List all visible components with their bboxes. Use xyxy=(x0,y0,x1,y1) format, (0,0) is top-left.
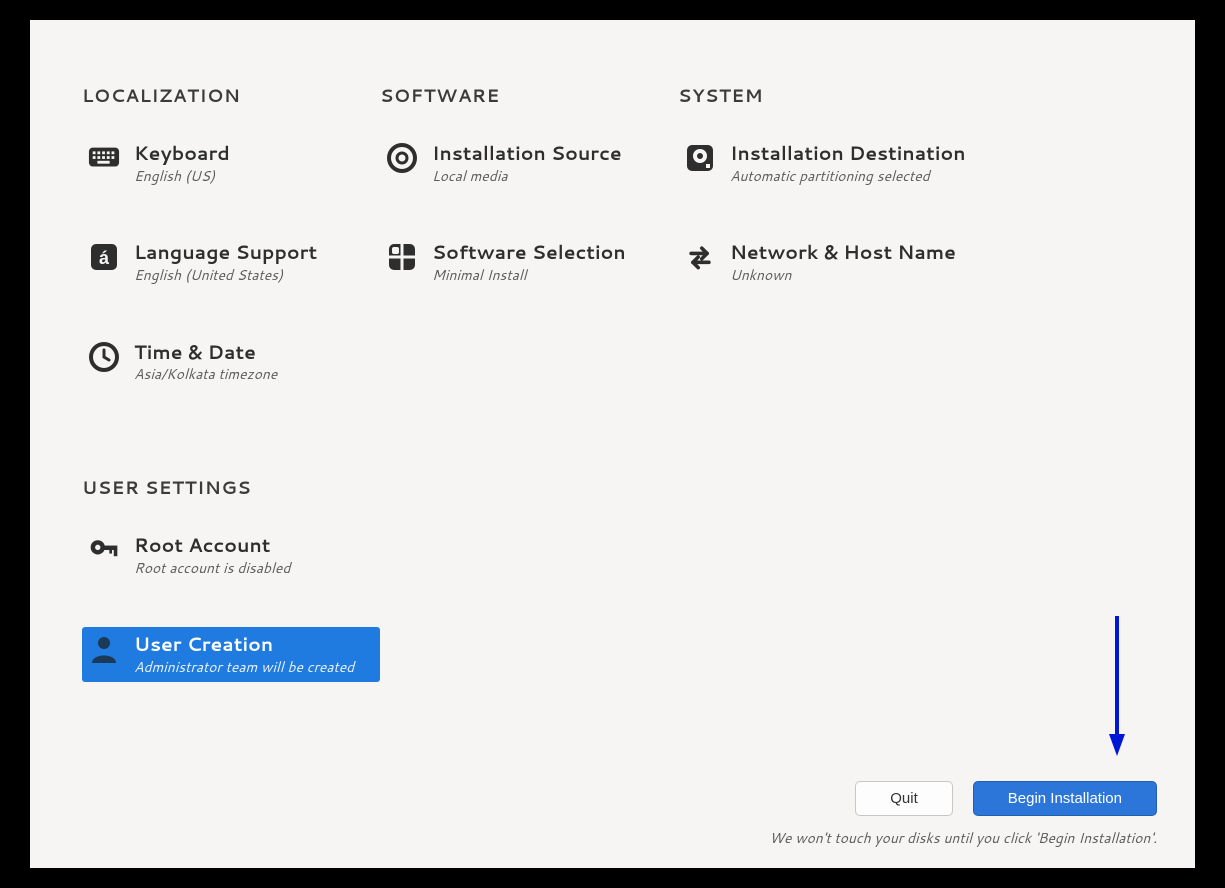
language-icon: á xyxy=(88,241,120,273)
begin-installation-button[interactable]: Begin Installation xyxy=(973,781,1157,816)
disc-icon xyxy=(386,142,418,174)
network-icon xyxy=(684,241,716,273)
section-software: SOFTWARE xyxy=(380,82,678,108)
spoke-source-title: Installation Source xyxy=(432,142,622,166)
spoke-datetime-title: Time & Date xyxy=(134,341,277,365)
spoke-software-title: Software Selection xyxy=(432,241,626,265)
spoke-user-status: Administrator team will be created xyxy=(134,659,354,677)
spoke-software-status: Minimal Install xyxy=(432,267,626,285)
spoke-destination-title: Installation Destination xyxy=(730,142,966,166)
spoke-keyboard-title: Keyboard xyxy=(134,142,230,166)
spoke-root-status: Root account is disabled xyxy=(134,560,290,578)
keyboard-icon xyxy=(88,142,120,174)
spoke-keyboard[interactable]: Keyboard English (US) xyxy=(82,136,380,191)
spoke-user-creation[interactable]: User Creation Administrator team will be… xyxy=(82,627,380,682)
svg-text:á: á xyxy=(99,248,110,268)
footer: Quit Begin Installation We won't touch y… xyxy=(769,781,1157,848)
spoke-destination[interactable]: Installation Destination Automatic parti… xyxy=(678,136,1145,191)
spoke-datetime-status: Asia/Kolkata timezone xyxy=(134,366,277,384)
spoke-destination-status: Automatic partitioning selected xyxy=(730,168,966,186)
user-icon xyxy=(88,633,120,665)
packages-icon xyxy=(386,241,418,273)
spoke-network[interactable]: Network & Host Name Unknown xyxy=(678,235,1145,290)
section-user: USER SETTINGS xyxy=(82,474,1145,500)
section-localization: LOCALIZATION xyxy=(82,82,380,108)
spoke-root[interactable]: Root Account Root account is disabled xyxy=(82,528,380,583)
spoke-language[interactable]: á Language Support English (United State… xyxy=(82,235,380,290)
footer-hint: We won't touch your disks until you clic… xyxy=(769,828,1157,848)
spoke-root-title: Root Account xyxy=(134,534,290,558)
spoke-language-title: Language Support xyxy=(134,241,317,265)
spoke-datetime[interactable]: Time & Date Asia/Kolkata timezone xyxy=(82,335,380,390)
spoke-source-status: Local media xyxy=(432,168,622,186)
harddisk-icon xyxy=(684,142,716,174)
spoke-network-status: Unknown xyxy=(730,267,956,285)
spoke-keyboard-status: English (US) xyxy=(134,168,230,186)
section-system: SYSTEM xyxy=(678,82,1145,108)
spoke-network-title: Network & Host Name xyxy=(730,241,956,265)
key-icon xyxy=(88,534,120,566)
installer-window: LOCALIZATION Keyboard xyxy=(30,20,1195,868)
clock-icon xyxy=(88,341,120,373)
spoke-software[interactable]: Software Selection Minimal Install xyxy=(380,235,678,290)
spoke-user-title: User Creation xyxy=(134,633,354,657)
spoke-language-status: English (United States) xyxy=(134,267,317,285)
quit-button[interactable]: Quit xyxy=(855,781,953,816)
spoke-source[interactable]: Installation Source Local media xyxy=(380,136,678,191)
